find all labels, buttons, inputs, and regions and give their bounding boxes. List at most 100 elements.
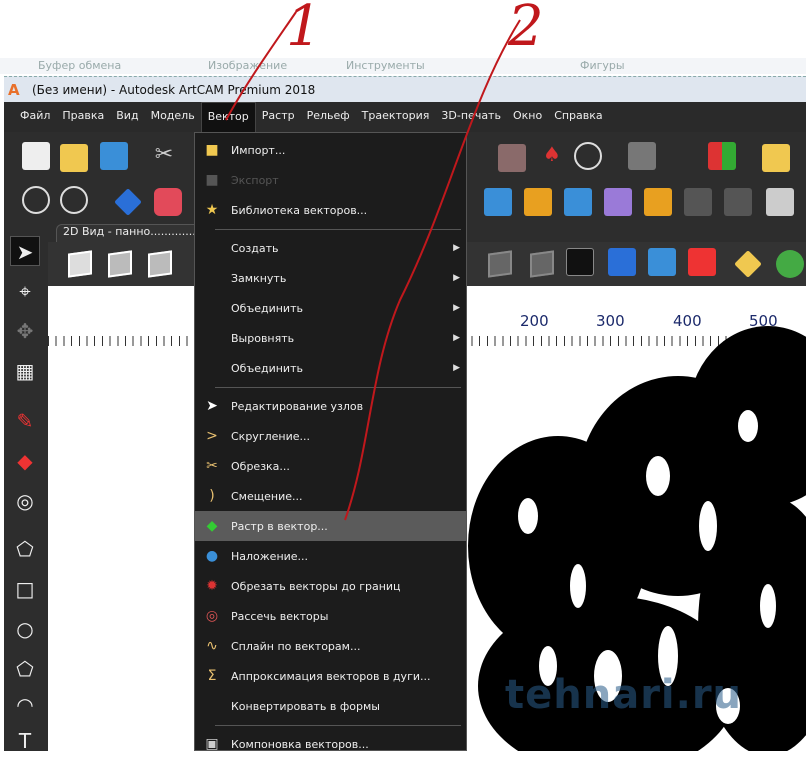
menu-help[interactable]: Справка xyxy=(548,102,608,132)
menu-item-wrap[interactable]: ● Наложение... xyxy=(195,541,466,571)
new-file-icon[interactable] xyxy=(22,142,50,170)
spin-icon[interactable] xyxy=(604,188,632,216)
polygon-icon[interactable]: ⬠ xyxy=(10,654,40,684)
menu-item-label: Обрезать векторы до границ xyxy=(231,579,401,593)
save-icon[interactable] xyxy=(100,142,128,170)
ribbon-group-labels: Буфер обмена Изображение Инструменты Фиг… xyxy=(0,58,806,74)
menu-item-offset[interactable]: ) Смещение... xyxy=(195,481,466,511)
rectangle-icon[interactable]: □ xyxy=(10,574,40,604)
target-icon[interactable] xyxy=(574,142,602,170)
artcam-logo-icon: A xyxy=(8,80,20,99)
window-title: (Без имени) - Autodesk ArtCAM Premium 20… xyxy=(32,82,316,97)
menu-item-clip-vectors[interactable]: ✹ Обрезать векторы до границ xyxy=(195,571,466,601)
relief-tool-icon[interactable] xyxy=(684,188,712,216)
material-icon[interactable] xyxy=(734,250,762,278)
transform-icon[interactable]: ✥ xyxy=(10,316,40,346)
menu-3d-print[interactable]: 3D-печать xyxy=(435,102,507,132)
vector-tool-icon[interactable] xyxy=(484,188,512,216)
select-arrow-icon[interactable]: ➤ xyxy=(10,236,40,266)
ribbon-group-shapes: Фигуры xyxy=(580,59,625,72)
shape-icon[interactable] xyxy=(644,188,672,216)
menu-model[interactable]: Модель xyxy=(145,102,201,132)
menu-bitmap[interactable]: Растр xyxy=(256,102,301,132)
menu-separator xyxy=(215,229,461,230)
menu-file[interactable]: Файл xyxy=(14,102,56,132)
circle-icon[interactable]: ○ xyxy=(10,614,40,644)
paint-icon[interactable] xyxy=(628,142,656,170)
menu-item-export: ■ Экспорт xyxy=(195,165,466,195)
favorites-folder-icon[interactable] xyxy=(762,144,790,172)
shaded-view-icon[interactable] xyxy=(530,250,554,278)
menu-item-label: Объединить xyxy=(231,301,303,315)
layer-red-icon[interactable] xyxy=(688,248,716,276)
menu-item-merge[interactable]: Объединить ▶ xyxy=(195,353,466,383)
green-shape-icon[interactable] xyxy=(776,250,804,278)
relief-view-icon[interactable] xyxy=(488,250,512,278)
clip-vectors-icon: ✹ xyxy=(206,578,218,594)
eraser-icon[interactable] xyxy=(154,188,182,216)
menu-separator xyxy=(215,725,461,726)
menu-item-label: Сплайн по векторам... xyxy=(231,639,361,653)
orbit-icon[interactable] xyxy=(60,186,88,214)
view-cube-iso-icon[interactable] xyxy=(108,250,132,278)
import-folder-icon: ■ xyxy=(205,142,219,158)
menu-item-join[interactable]: Объединить ▶ xyxy=(195,293,466,323)
arc-icon[interactable]: ◠ xyxy=(10,690,40,720)
submenu-arrow-icon: ▶ xyxy=(453,303,460,313)
menu-item-label: Смещение... xyxy=(231,489,303,503)
cut-icon[interactable]: ✂ xyxy=(150,142,178,170)
menu-item-align[interactable]: Выровнять ▶ xyxy=(195,323,466,353)
relief-tool-2-icon[interactable] xyxy=(724,188,752,216)
zoom-icon[interactable] xyxy=(22,186,50,214)
node-edit-tool-icon[interactable]: ⌖ xyxy=(10,276,40,306)
fillet-icon: > xyxy=(206,428,218,444)
menu-item-convert-to-shapes[interactable]: Конвертировать в формы xyxy=(195,691,466,721)
measure-icon[interactable]: ◎ xyxy=(10,486,40,516)
menu-edit[interactable]: Правка xyxy=(56,102,110,132)
menu-item-close[interactable]: Замкнуть ▶ xyxy=(195,263,466,293)
menu-item-nesting[interactable]: ▣ Компоновка векторов... xyxy=(195,729,466,759)
menu-item-label: Скругление... xyxy=(231,429,310,443)
menu-item-label: Выровнять xyxy=(231,331,295,345)
grid-icon[interactable] xyxy=(498,144,526,172)
menu-item-spline[interactable]: ∿ Сплайн по векторам... xyxy=(195,631,466,661)
text-icon[interactable]: T xyxy=(10,726,40,756)
menu-item-import[interactable]: ■ Импорт... xyxy=(195,135,466,165)
color-icon[interactable] xyxy=(708,142,736,170)
menu-item-slice-vectors[interactable]: ◎ Рассечь векторы xyxy=(195,601,466,631)
menu-toolpaths[interactable]: Траектория xyxy=(356,102,436,132)
annotation-2: 2 xyxy=(508,0,544,59)
lamp-icon[interactable]: ♠ xyxy=(538,142,566,170)
view-cube-top-icon[interactable] xyxy=(68,250,92,278)
menu-item-fillet[interactable]: > Скругление... xyxy=(195,421,466,451)
menu-window[interactable]: Окно xyxy=(507,102,548,132)
layer-blue-icon[interactable] xyxy=(648,248,676,276)
pencil-icon[interactable]: ✎ xyxy=(10,406,40,436)
menu-item-fit-arcs[interactable]: Σ Аппроксимация векторов в дуги... xyxy=(195,661,466,691)
menu-vector[interactable]: Вектор xyxy=(200,102,256,132)
menu-item-bitmap-to-vector[interactable]: ◆ Растр в вектор... xyxy=(195,511,466,541)
extrude-icon[interactable] xyxy=(564,188,592,216)
title-bar: A (Без имени) - Autodesk ArtCAM Premium … xyxy=(4,76,806,102)
menu-item-vector-library[interactable]: ★ Библиотека векторов... xyxy=(195,195,466,225)
polyline-icon[interactable]: ⬠ xyxy=(10,534,40,564)
menu-item-create[interactable]: Создать ▶ xyxy=(195,233,466,263)
clock-icon[interactable] xyxy=(566,248,594,276)
open-folder-icon[interactable] xyxy=(60,144,88,172)
texture-icon[interactable] xyxy=(524,188,552,216)
menu-item-trim[interactable]: ✂ Обрезка... xyxy=(195,451,466,481)
menu-bar: Файл Правка Вид Модель Вектор Растр Рель… xyxy=(4,102,806,132)
submenu-arrow-icon: ▶ xyxy=(453,273,460,283)
view-cube-front-icon[interactable] xyxy=(148,250,172,278)
menu-view[interactable]: Вид xyxy=(110,102,144,132)
fill-icon[interactable]: ◆ xyxy=(10,446,40,476)
star-icon[interactable] xyxy=(608,248,636,276)
menu-item-label: Экспорт xyxy=(231,173,279,187)
menu-relief[interactable]: Рельеф xyxy=(301,102,356,132)
menu-item-node-editing[interactable]: ➤ Редактирование узлов xyxy=(195,391,466,421)
menu-item-label: Импорт... xyxy=(231,143,286,157)
blue-shape-icon[interactable] xyxy=(114,188,142,216)
mesh-icon[interactable]: ▦ xyxy=(10,356,40,386)
layers-icon[interactable] xyxy=(766,188,794,216)
spline-icon: ∿ xyxy=(206,638,218,654)
